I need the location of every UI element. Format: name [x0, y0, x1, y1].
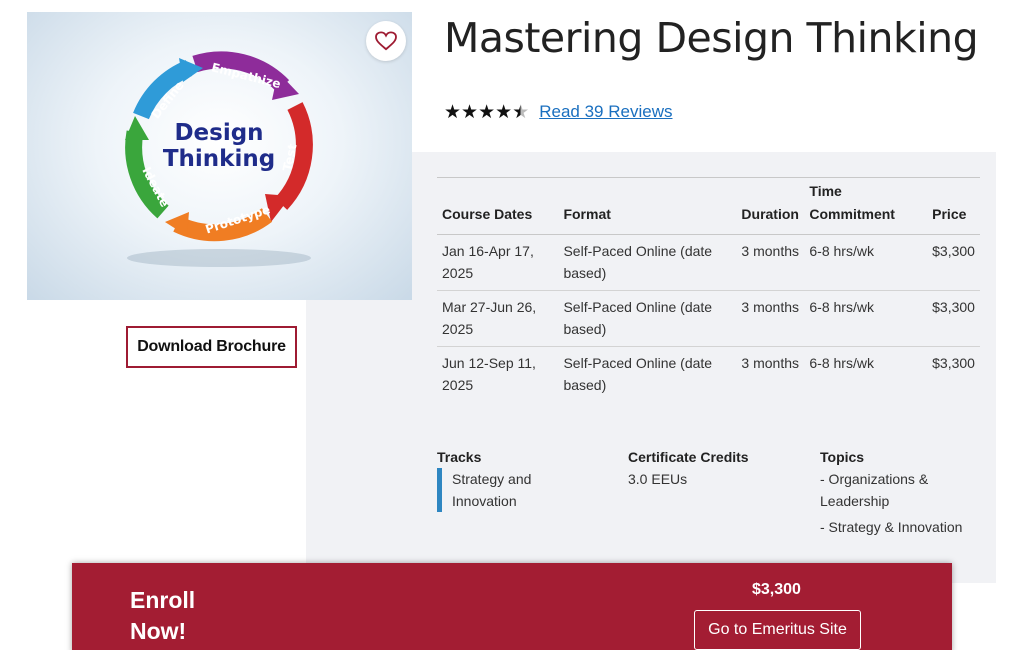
column-header: Format — [558, 177, 737, 235]
star-icon: ★ — [444, 101, 462, 123]
cell-duration: 3 months — [736, 234, 805, 291]
cell-price: $3,300 — [932, 355, 975, 371]
cell-commitment: 6-8 hrs/wk — [804, 234, 928, 291]
enroll-price: $3,300 — [752, 581, 801, 598]
cell-format: Self-Paced Online (date based) — [563, 355, 713, 393]
table-row: Jan 16-Apr 17, 2025 Self-Paced Online (d… — [437, 234, 980, 291]
cell-commitment: 6-8 hrs/wk — [804, 290, 928, 347]
download-brochure-button[interactable]: Download Brochure — [126, 326, 297, 368]
star-rating: ★ ★ ★ ★ ★ — [444, 103, 529, 122]
column-header: Price — [927, 177, 980, 235]
cell-format: Self-Paced Online (date based) — [558, 290, 737, 347]
cell-dates: Mar 27-Jun 26, 2025 — [437, 290, 559, 347]
topic-item: - Strategy & Innovation — [820, 519, 963, 535]
tracks-label: Tracks — [437, 449, 482, 465]
rating: ★ ★ ★ ★ ★ Read 39 Reviews — [444, 102, 672, 122]
cell-price: $3,300 — [927, 234, 980, 291]
cell-dates: Jan 16-Apr 17, 2025 — [437, 234, 559, 291]
star-icon: ★ — [478, 101, 496, 123]
topic-item: - Organizations & Leadership — [820, 471, 929, 509]
cell-commitment: 6-8 hrs/wk — [809, 355, 874, 371]
image-title-line1: Design — [174, 120, 263, 146]
cell-format: Self-Paced Online (date based) — [558, 234, 737, 291]
column-header: Duration — [736, 177, 805, 235]
enroll-bar: Enroll Now! $3,300 Go to Emeritus Site — [72, 563, 952, 650]
favorite-button[interactable] — [366, 21, 406, 61]
go-to-emeritus-button[interactable]: Go to Emeritus Site — [694, 610, 861, 650]
image-title-line2: Thinking — [163, 146, 275, 172]
star-icon: ★ — [495, 101, 513, 123]
read-reviews-link[interactable]: Read 39 Reviews — [539, 102, 672, 122]
topics-label: Topics — [820, 449, 865, 465]
course-image: Empathize Test Prototype Ideate Define D… — [27, 12, 412, 300]
column-header: Course Dates — [437, 177, 559, 235]
cell-price: $3,300 — [927, 290, 980, 347]
cell-duration: 3 months — [741, 355, 799, 371]
course-dates-table: Course Dates Format Duration Time Commit… — [437, 177, 980, 403]
heart-icon — [375, 31, 397, 51]
star-icon: ★ — [461, 101, 479, 123]
credits-section: Certificate Credits 3.0 EEUs — [628, 446, 749, 490]
cell-duration: 3 months — [736, 290, 805, 347]
cell-dates: Jun 12-Sep 11, 2025 — [442, 355, 536, 393]
credits-value: 3.0 EEUs — [628, 471, 688, 487]
table-row: Mar 27-Jun 26, 2025 Self-Paced Online (d… — [437, 290, 980, 347]
topics-section: Topics - Organizations & Leadership - St… — [820, 446, 980, 542]
enroll-heading: Enroll Now! — [130, 587, 196, 644]
page-title: Mastering Design Thinking — [444, 14, 979, 62]
table-row: Jun 12-Sep 11, 2025 Self-Paced Online (d… — [437, 347, 980, 403]
column-header: Time Commitment — [804, 177, 928, 235]
design-thinking-cycle-graphic: Empathize Test Prototype Ideate Define D… — [125, 51, 313, 267]
tracks-section: Tracks Strategy and Innovation — [437, 446, 557, 512]
half-star-icon: ★ — [512, 101, 530, 123]
table-header-row: Course Dates Format Duration Time Commit… — [437, 177, 980, 235]
credits-label: Certificate Credits — [628, 449, 749, 465]
track-item: Strategy and Innovation — [437, 468, 557, 512]
